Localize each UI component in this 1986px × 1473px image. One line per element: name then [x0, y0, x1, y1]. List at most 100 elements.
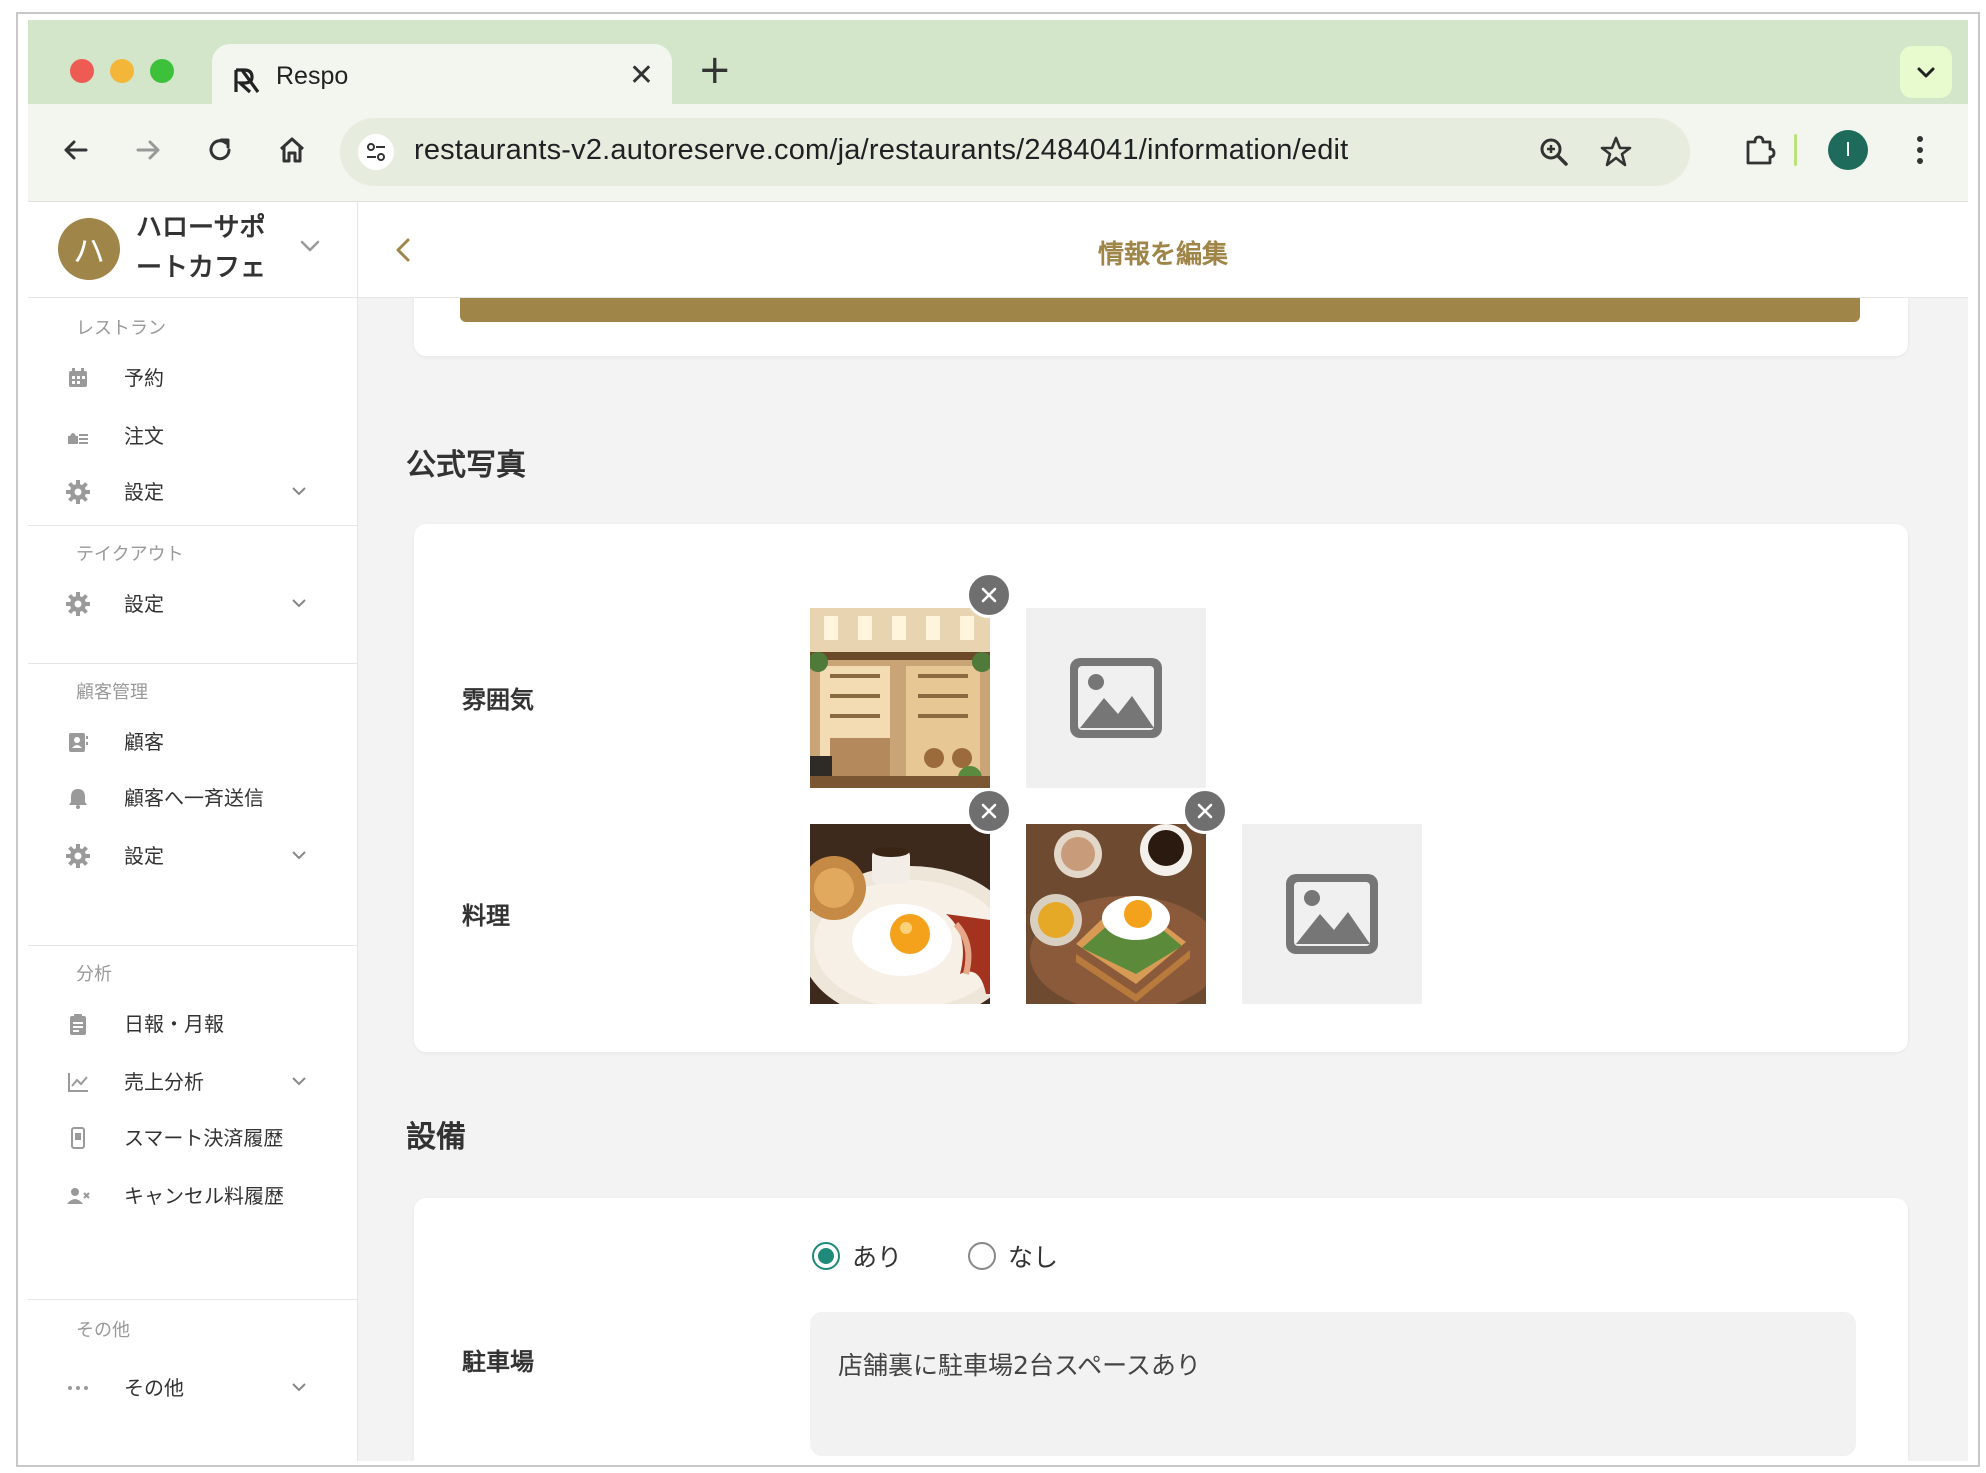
close-icon [981, 803, 997, 819]
section-title-photos: 公式写真 [406, 448, 526, 483]
chevron-down-icon [292, 487, 306, 496]
reload-button[interactable] [200, 130, 240, 170]
previous-card [414, 298, 1908, 356]
sidebar-section-restaurant: レストラン 予約 注文 設定 [28, 298, 358, 526]
line-chart-icon [64, 1068, 92, 1096]
forward-arrow-button[interactable] [128, 130, 168, 170]
home-button[interactable] [272, 130, 312, 170]
submit-button-partial[interactable] [460, 298, 1860, 322]
browser-menu-button[interactable] [1900, 130, 1940, 170]
browser-window: Respo ✕ + restaurants-v2.autoreserve.com… [28, 20, 1968, 1461]
sidebar-item-reservations[interactable]: 予約 [28, 350, 358, 406]
extensions-button[interactable] [1740, 130, 1780, 170]
maximize-window-button[interactable] [150, 59, 174, 83]
gear-icon [64, 590, 92, 618]
sidebar-item-reports[interactable]: 日報・月報 [28, 996, 358, 1052]
sidebar-item-label: スマート決済履歴 [124, 1126, 284, 1150]
kebab-menu-icon [1917, 136, 1923, 164]
sidebar-item-orders[interactable]: 注文 [28, 408, 358, 464]
sidebar-heading: 分析 [76, 964, 112, 985]
sidebar-section-customers: 顧客管理 顧客 顧客へ一斉送信 設定 [28, 664, 358, 946]
add-atmosphere-photo[interactable] [1026, 608, 1206, 788]
image-placeholder-icon [1070, 658, 1162, 738]
sidebar-heading: レストラン [76, 318, 166, 339]
row-label-cuisine: 料理 [462, 902, 510, 930]
user-cancel-icon [64, 1182, 92, 1210]
gear-icon [64, 842, 92, 870]
breakfast-plate-image [810, 824, 990, 1004]
main-content: 公式写真 雰囲気 料理 設備 駐車場 あり なし 店舗裏に駐車場2台スペースあり [358, 298, 1968, 1461]
remove-photo-button[interactable] [966, 572, 1012, 618]
sidebar-item-sales-analysis[interactable]: 売上分析 [28, 1054, 358, 1110]
row-label-atmosphere: 雰囲気 [462, 686, 534, 714]
back-arrow-button[interactable] [56, 130, 96, 170]
radio-unselected-indicator [968, 1242, 996, 1270]
more-dots-icon [64, 1374, 92, 1402]
sidebar-item-label: 日報・月報 [124, 1012, 224, 1036]
cuisine-photo-2[interactable] [1026, 824, 1206, 1004]
parking-note-textarea[interactable]: 店舗裏に駐車場2台スペースあり [810, 1312, 1856, 1456]
zoom-icon[interactable] [1536, 134, 1572, 170]
sidebar-item-customers[interactable]: 顧客 [28, 714, 358, 770]
bookmark-star-icon[interactable] [1598, 134, 1634, 170]
sidebar-section-other: その他 その他 [28, 1300, 358, 1461]
sidebar-item-other[interactable]: その他 [28, 1360, 358, 1416]
facilities-card: 駐車場 あり なし 店舗裏に駐車場2台スペースあり [414, 1198, 1908, 1461]
order-icon [64, 422, 92, 450]
sidebar-item-broadcast[interactable]: 顧客へ一斉送信 [28, 770, 358, 826]
close-window-button[interactable] [70, 59, 94, 83]
puzzle-piece-icon [1746, 135, 1776, 165]
row-label-parking: 駐車場 [462, 1348, 534, 1376]
tab-search-button[interactable] [1900, 46, 1952, 98]
restaurant-switcher[interactable]: ハ ハローサポートカフェ [28, 202, 358, 298]
sidebar-item-smart-payments[interactable]: スマート決済履歴 [28, 1110, 358, 1166]
new-tab-plus-icon[interactable]: + [698, 50, 732, 90]
cafe-interior-image [810, 608, 990, 788]
sidebar-item-label: 予約 [124, 366, 164, 390]
sidebar-item-takeout-settings[interactable]: 設定 [28, 576, 358, 632]
add-cuisine-photo[interactable] [1242, 824, 1422, 1004]
url-text: restaurants-v2.autoreserve.com/ja/restau… [414, 134, 1349, 166]
sidebar-heading: 顧客管理 [76, 682, 148, 703]
close-icon [1197, 803, 1213, 819]
sidebar-item-restaurant-settings[interactable]: 設定 [28, 464, 358, 520]
chevron-down-icon [1917, 67, 1935, 78]
radio-label: なし [1008, 1243, 1059, 1272]
parking-no-radio[interactable]: なし [968, 1236, 1058, 1276]
respo-logo-icon [234, 68, 260, 94]
home-icon [279, 137, 305, 163]
gear-icon [64, 478, 92, 506]
sidebar-item-label: その他 [124, 1376, 184, 1400]
parking-yes-radio[interactable]: あり [812, 1236, 902, 1276]
minimize-window-button[interactable] [110, 59, 134, 83]
sidebar-item-cancel-fees[interactable]: キャンセル料履歴 [28, 1168, 358, 1224]
chevron-down-icon [292, 599, 306, 608]
chevron-down-icon [292, 851, 306, 860]
cuisine-photo-1[interactable] [810, 824, 990, 1004]
toolbar-separator [1794, 134, 1797, 166]
contact-card-icon [64, 728, 92, 756]
site-settings-icon[interactable] [358, 134, 394, 170]
chevron-down-icon [292, 1383, 306, 1392]
page-title: 情報を編集 [1097, 240, 1228, 270]
sidebar-item-customer-settings[interactable]: 設定 [28, 828, 358, 884]
profile-avatar[interactable]: I [1828, 130, 1868, 170]
remove-photo-button[interactable] [966, 788, 1012, 834]
tab-close-icon[interactable]: ✕ [629, 58, 654, 93]
sidebar-heading: テイクアウト [76, 544, 184, 565]
remove-photo-button[interactable] [1182, 788, 1228, 834]
restaurant-avatar: ハ [58, 218, 120, 280]
radio-label: あり [852, 1243, 903, 1272]
tab-title: Respo [276, 62, 349, 90]
atmosphere-photo[interactable] [810, 608, 990, 788]
phone-payment-icon [64, 1124, 92, 1152]
calendar-icon [64, 364, 92, 392]
sidebar: ハ ハローサポートカフェ レストラン 予約 注文 設定 テイクアウト 設定 顧客… [28, 202, 358, 1461]
photos-card: 雰囲気 料理 [414, 524, 1908, 1052]
address-bar[interactable]: restaurants-v2.autoreserve.com/ja/restau… [340, 118, 1690, 186]
sidebar-item-label: 設定 [124, 844, 164, 868]
sidebar-item-label: 顧客 [124, 730, 164, 754]
browser-tab-strip: Respo ✕ + [28, 20, 1968, 122]
page-header: 情報を編集 [358, 202, 1968, 298]
sidebar-item-label: 売上分析 [124, 1070, 204, 1094]
